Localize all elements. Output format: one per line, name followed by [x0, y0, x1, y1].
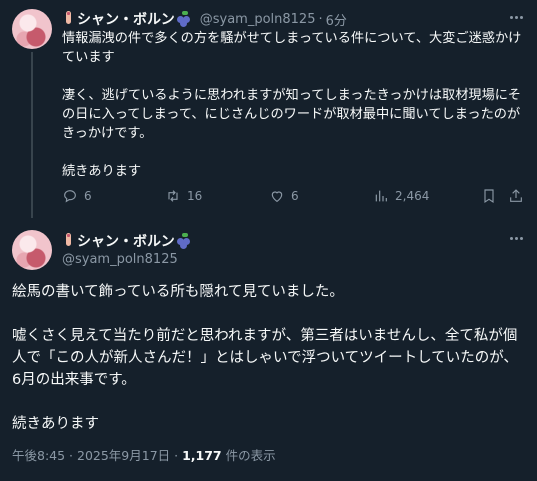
more-horizontal-icon[interactable] — [510, 237, 523, 240]
heart-icon — [271, 191, 283, 203]
avatar[interactable] — [12, 230, 52, 270]
reply-button[interactable]: 6 — [62, 188, 92, 204]
tweet1-header: シャン・ボルン @syam_poln8125 · 6分 — [62, 9, 347, 29]
retweet-button[interactable]: 16 — [165, 188, 202, 204]
tweet2-header: シャン・ボルン — [62, 231, 194, 251]
display-name[interactable]: シャン・ボルン — [77, 231, 175, 251]
display-name[interactable]: シャン・ボルン — [77, 9, 175, 29]
views-chart-icon — [375, 190, 387, 202]
pointing-finger-emoji-icon — [62, 11, 74, 27]
share-button[interactable] — [508, 188, 524, 204]
separator-dot: · — [318, 11, 323, 27]
reply-icon — [64, 190, 76, 203]
reply-count: 6 — [84, 189, 92, 203]
avatar[interactable] — [12, 9, 52, 49]
user-handle[interactable]: @syam_poln8125 — [62, 252, 178, 267]
thread-connector-line — [31, 52, 33, 218]
tweet-actions-bar: 6 16 6 2,464 — [62, 188, 524, 210]
view-count: 2,464 — [395, 189, 430, 203]
tweet-metadata: 午後8:45 · 2025年9月17日 · 1,177 件の表示 — [12, 445, 276, 464]
tweet-time[interactable]: 6分 — [326, 10, 347, 29]
views-count: 1,177 — [182, 448, 222, 463]
tweet-timestamp[interactable]: 午後8:45 · 2025年9月17日 · — [12, 448, 182, 463]
retweet-icon — [168, 190, 178, 202]
retweet-count: 16 — [187, 189, 203, 203]
views-button[interactable]: 2,464 — [373, 188, 429, 204]
blueberries-emoji-icon — [176, 11, 191, 27]
like-button[interactable]: 6 — [269, 188, 299, 204]
blueberries-emoji-icon — [176, 233, 191, 249]
tweet-text: 絵馬の書いて飾っている所も隠れて見ていました。 嘘くさく見えて当たり前だと思われ… — [12, 284, 518, 432]
pointing-finger-emoji-icon — [62, 233, 74, 249]
share-icon — [510, 189, 522, 202]
like-count: 6 — [291, 189, 299, 203]
user-handle[interactable]: @syam_poln8125 — [200, 12, 316, 27]
views-label: 件の表示 — [221, 448, 276, 463]
bookmark-button[interactable] — [481, 188, 497, 204]
tweet-text: 情報漏洩の件で多くの方を騒がせてしまっている件について、大変ご迷惑かけています … — [62, 31, 522, 179]
more-horizontal-icon[interactable] — [510, 16, 523, 19]
bookmark-icon — [484, 189, 494, 204]
